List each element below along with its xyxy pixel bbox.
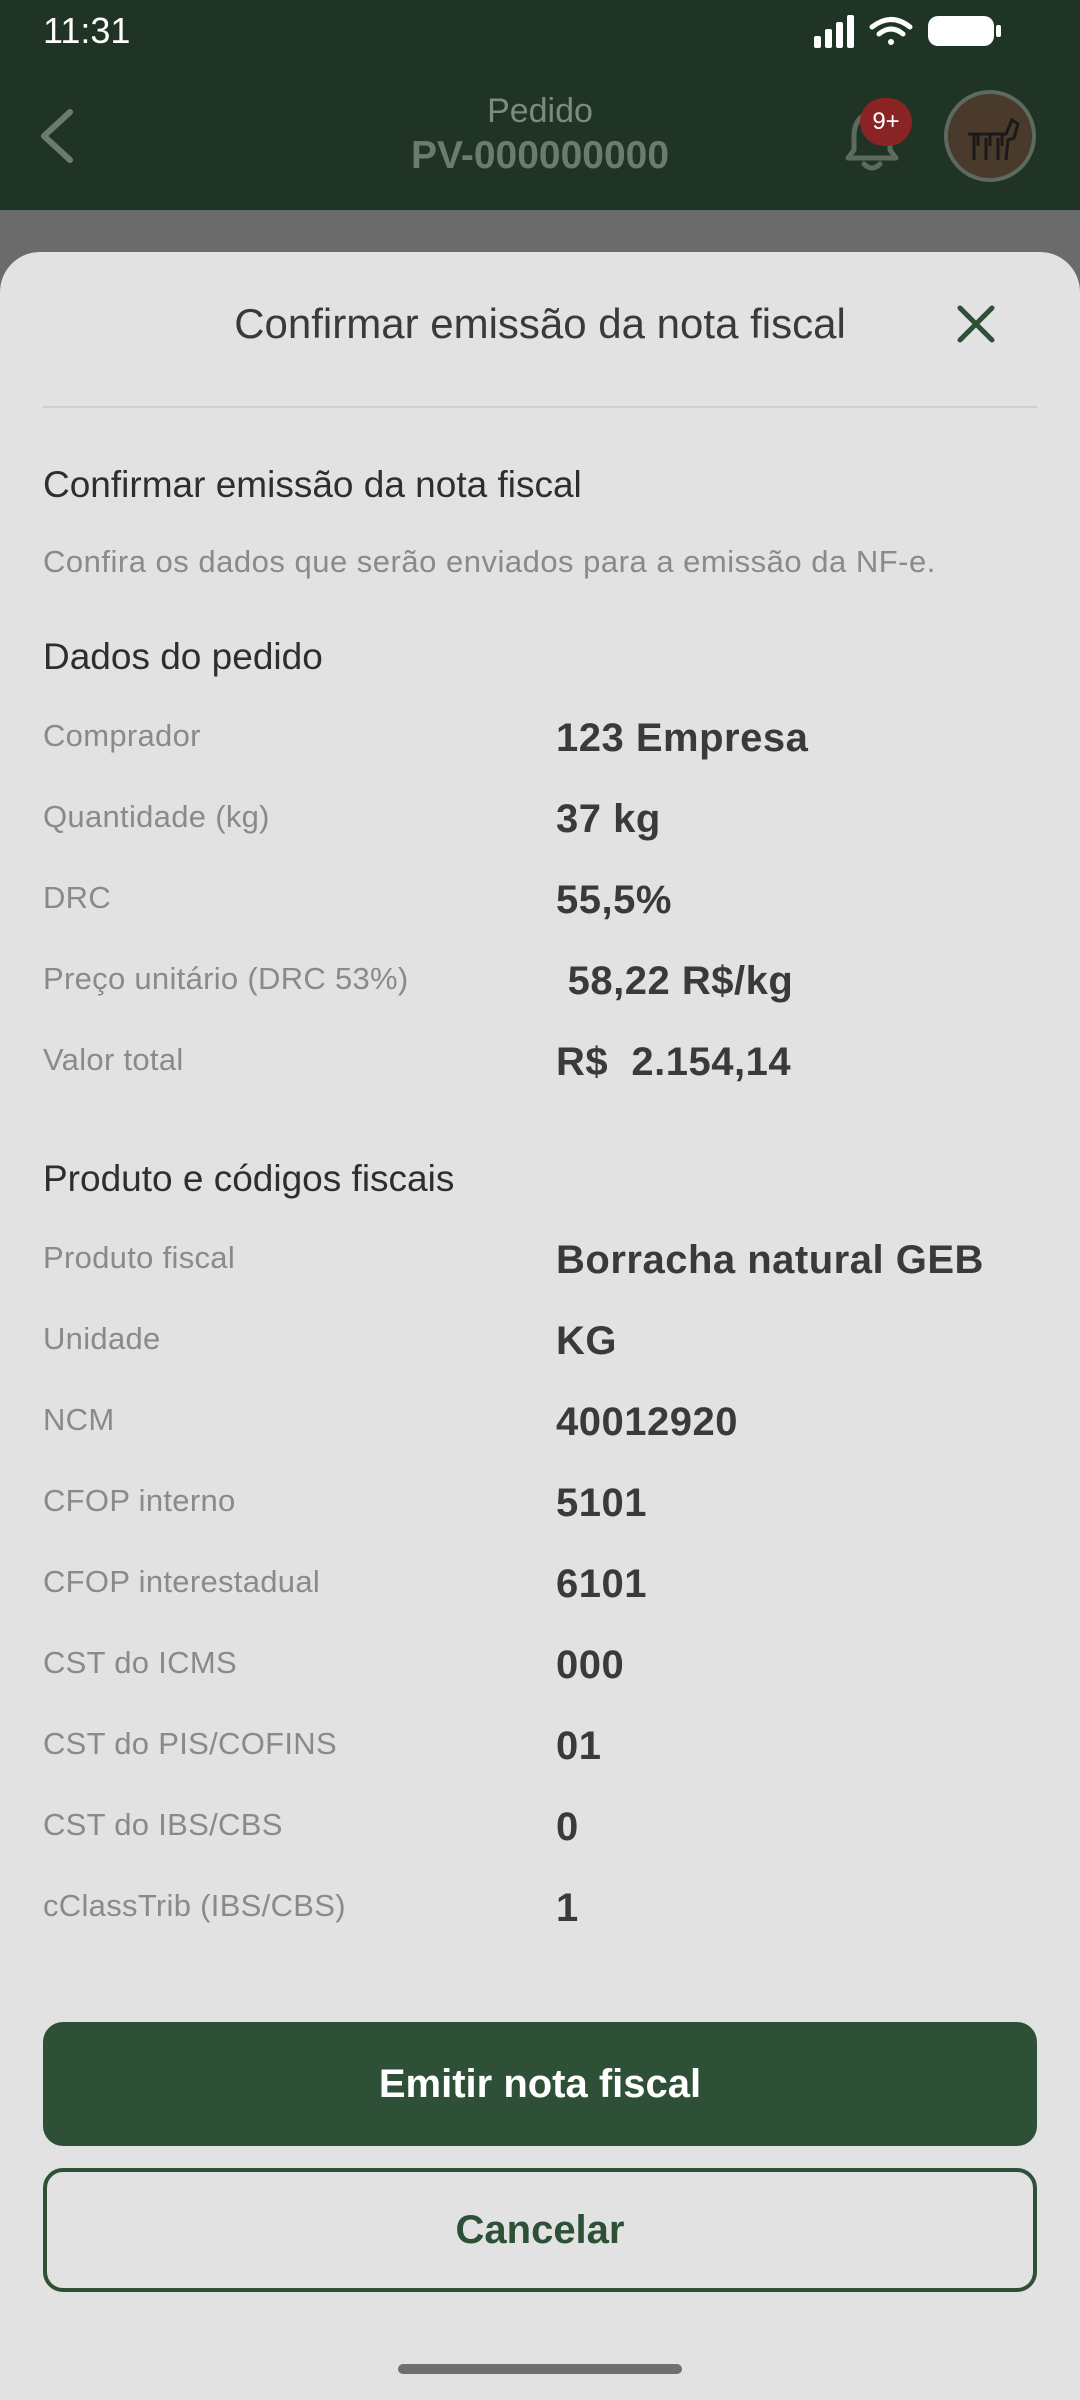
notification-badge: 9+	[860, 98, 912, 146]
unit-label: Unidade	[43, 1321, 161, 1356]
cst-icms-value: 000	[556, 1643, 625, 1687]
unit-price-value: 58,22 R$/kg	[556, 959, 794, 1003]
cst-icms-label: CST do ICMS	[43, 1645, 237, 1680]
total-value-value: R$ 2.154,14	[556, 1040, 792, 1084]
fiscal-product-value: Borracha natural GEB	[556, 1238, 984, 1282]
cfop-internal-label: CFOP interno	[43, 1483, 236, 1518]
cancel-button[interactable]: Cancelar	[43, 2168, 1037, 2292]
screen: 11:31 Pedido PV-000000000 9+ Confirmar e…	[0, 0, 1080, 2400]
sheet-title: Confirmar emissão da nota fiscal	[234, 300, 846, 347]
unit-value: KG	[556, 1319, 617, 1363]
drc-value: 55,5%	[556, 878, 672, 922]
cclasstrib-label: cClassTrib (IBS/CBS)	[43, 1888, 346, 1923]
status-time: 11:31	[43, 10, 131, 51]
home-indicator[interactable]	[398, 2364, 682, 2374]
fiscal-section-title: Produto e códigos fiscais	[43, 1158, 455, 1199]
buyer-label: Comprador	[43, 718, 201, 753]
cfop-interstate-value: 6101	[556, 1562, 647, 1606]
app-header: 11:31 Pedido PV-000000000 9+	[0, 0, 1080, 210]
confirm-invoice-sheet: Confirmar emissão da nota fiscal Confirm…	[0, 252, 1080, 2400]
cfop-interstate-label: CFOP interestadual	[43, 1564, 321, 1599]
battery-icon	[928, 16, 1001, 46]
ncm-label: NCM	[43, 1402, 115, 1437]
buyer-value: 123 Empresa	[556, 716, 809, 760]
order-id: PV-000000000	[410, 134, 670, 177]
quantity-label: Quantidade (kg)	[43, 799, 270, 834]
close-icon	[957, 305, 995, 343]
unit-price-label: Preço unitário (DRC 53%)	[43, 961, 409, 996]
avatar[interactable]	[944, 90, 1036, 182]
zebra-avatar-icon	[948, 94, 1032, 178]
status-icons	[814, 14, 1004, 48]
header-subtitle: Pedido	[487, 92, 593, 130]
close-button[interactable]	[946, 294, 1006, 354]
order-section-title: Dados do pedido	[43, 636, 323, 677]
cst-ibs-cbs-label: CST do IBS/CBS	[43, 1807, 283, 1842]
issue-invoice-button[interactable]: Emitir nota fiscal	[43, 2022, 1037, 2146]
cst-pis-cofins-label: CST do PIS/COFINS	[43, 1726, 337, 1761]
confirm-description: Confira os dados que serão enviados para…	[43, 544, 936, 579]
quantity-value: 37 kg	[556, 797, 661, 841]
signal-icon	[814, 15, 854, 48]
fiscal-product-label: Produto fiscal	[43, 1240, 236, 1275]
divider	[43, 406, 1037, 408]
cfop-internal-value: 5101	[556, 1481, 647, 1525]
drc-label: DRC	[43, 880, 112, 915]
wifi-icon	[869, 17, 913, 45]
cst-pis-cofins-value: 01	[556, 1724, 602, 1768]
cst-ibs-cbs-value: 0	[556, 1805, 579, 1849]
ncm-value: 40012920	[556, 1400, 738, 1444]
confirm-heading: Confirmar emissão da nota fiscal	[43, 464, 582, 505]
cclasstrib-value: 1	[556, 1886, 579, 1930]
total-value-label: Valor total	[43, 1042, 184, 1077]
